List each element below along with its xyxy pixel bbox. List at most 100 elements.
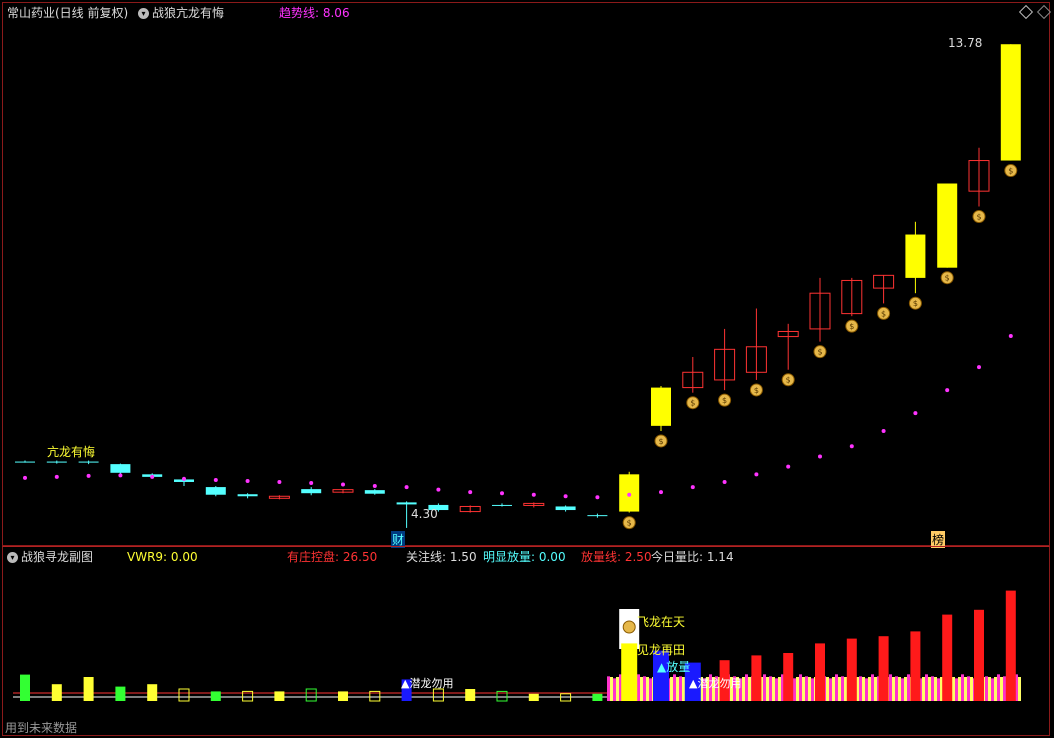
volume-bar (592, 693, 603, 701)
pink-bar (985, 676, 988, 701)
volume-bar (178, 688, 190, 702)
volume-bar (942, 614, 953, 701)
money-bag-symbol: $ (945, 274, 950, 283)
money-bag-symbol: $ (722, 396, 727, 405)
pink-bar (967, 676, 970, 701)
trend-point (118, 473, 123, 478)
yellow-bar (904, 677, 907, 701)
trend-point (881, 428, 886, 433)
volume-bar (528, 693, 539, 701)
volume-bar (20, 674, 30, 701)
yellow-bar (958, 677, 961, 701)
trend-point (404, 485, 409, 490)
pink-bar (763, 674, 766, 701)
yellow-bar (640, 677, 643, 701)
fangliang-label: ▲放量 (657, 660, 691, 674)
trend-point (54, 474, 59, 479)
money-bag-symbol: $ (690, 399, 695, 408)
yellow-bar (610, 677, 613, 701)
yellow-bar (766, 677, 769, 701)
trend-point (341, 482, 345, 487)
yellow-bar (934, 677, 937, 701)
yellow-bar (796, 677, 799, 701)
volume-bar (83, 677, 94, 701)
yellow-bar (772, 677, 775, 701)
footer-note: 用到未来数据 (5, 721, 78, 735)
yellow-bar (1000, 677, 1003, 701)
price-chart: $ $ $ $ $ $ $ $ $ $ $ $ $ (15, 44, 1021, 530)
candle-body (651, 387, 671, 426)
pink-bar (643, 676, 646, 701)
yellow-bar (898, 677, 901, 701)
candle-body (1000, 44, 1021, 161)
pink-bar (1003, 676, 1006, 701)
trend-point (309, 481, 314, 485)
pink-bar (901, 678, 904, 701)
main-chart-panel[interactable]: 常山药业(日线 前复权) ▾ 战狼亢龙有悔 趋势线: 8.06 $ $ $ $ $ $ $ $ $… (2, 2, 1052, 548)
trend-point (690, 485, 695, 490)
candle-body (78, 461, 99, 463)
yellow-bar (670, 677, 673, 701)
pink-bar (907, 674, 910, 701)
pink-bar (937, 678, 940, 701)
pink-bar (829, 678, 832, 701)
pink-bar (673, 674, 676, 701)
pink-bar (871, 674, 874, 701)
yellow-bar (676, 677, 679, 701)
trend-point (659, 490, 663, 495)
yellow-bar (748, 677, 751, 701)
pink-bar (991, 678, 994, 701)
volume-bar (974, 609, 984, 701)
qianlong-label-2: ▲潜龙勿用 (689, 677, 742, 690)
pink-bar (769, 676, 772, 701)
yellow-bar (874, 677, 877, 701)
money-bag-symbol: $ (913, 299, 918, 308)
pink-bar (931, 676, 934, 701)
candle-body (15, 461, 35, 463)
trend-point (754, 472, 759, 477)
trend-point (913, 411, 918, 416)
yellow-bar (826, 677, 829, 701)
yellow-bar (970, 677, 973, 701)
pink-bar (925, 674, 928, 701)
min-price-label: 4.30 (411, 507, 438, 521)
volume-bar (783, 653, 794, 701)
volume-bar (147, 684, 158, 701)
money-bag-symbol: $ (881, 309, 886, 318)
candle-body (905, 234, 926, 278)
candle-body (237, 494, 258, 497)
trend-point (627, 492, 632, 497)
volume-bar (751, 655, 762, 701)
pink-bar (649, 678, 652, 701)
kanglong-label: 亢龙有悔 (47, 445, 96, 459)
trend-point (786, 464, 791, 469)
pink-bar (637, 674, 640, 701)
trend-point (563, 494, 568, 499)
pink-bar (961, 674, 964, 701)
pink-bar (859, 676, 862, 701)
trend-point (1008, 334, 1013, 339)
trend-point (372, 484, 377, 489)
candle-body (937, 183, 958, 268)
yellow-bar (616, 677, 619, 701)
trend-point (595, 495, 600, 500)
yellow-bar (808, 677, 811, 701)
sub-chart-panel[interactable]: ▾ 战狼寻龙副图 VWR9: 0.00 有庄控盘: 26.50 关注线: 1.50… (2, 546, 1050, 736)
trend-point (86, 473, 91, 478)
candle-body (396, 502, 417, 505)
money-bag-symbol: $ (1008, 167, 1013, 176)
volume-bar (305, 688, 317, 702)
pink-bar (775, 678, 778, 701)
trend-point (182, 476, 186, 481)
pink-bar (997, 674, 1000, 701)
yellow-bar (844, 677, 847, 701)
trend-point (23, 475, 27, 480)
trend-point (849, 444, 854, 449)
trend-point (436, 487, 441, 492)
volume-bar (274, 691, 285, 701)
volume-bar (621, 643, 638, 701)
trend-point (213, 477, 218, 482)
money-bag-symbol: $ (627, 519, 632, 528)
volume-bar (338, 691, 348, 701)
money-bag-symbol: $ (976, 212, 981, 221)
